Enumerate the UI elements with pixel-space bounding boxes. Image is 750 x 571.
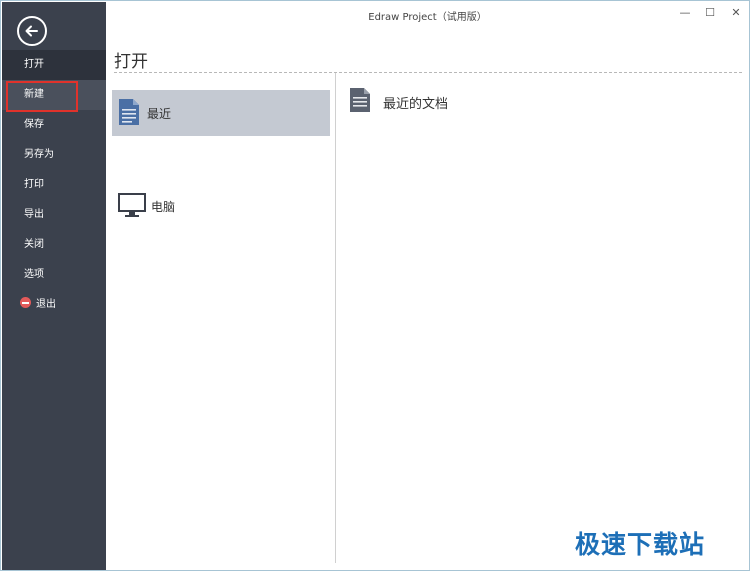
location-recent[interactable]: 最近: [112, 90, 330, 136]
sidebar-item-save[interactable]: 保存: [2, 110, 106, 140]
sidebar-item-label: 退出: [36, 299, 56, 310]
panel-divider: [335, 73, 336, 563]
sidebar-item-close[interactable]: 关闭: [2, 230, 106, 260]
sidebar-item-label: 导出: [24, 209, 44, 220]
window-title: Edraw Project（试用版）: [368, 12, 487, 23]
sidebar-item-label: 保存: [24, 119, 44, 130]
sidebar-item-label: 关闭: [24, 239, 44, 250]
sidebar-item-open[interactable]: 打开: [2, 50, 106, 80]
sidebar-item-new[interactable]: 新建: [2, 80, 106, 112]
header-divider: [114, 72, 742, 73]
maximize-button[interactable]: ☐: [699, 4, 721, 22]
sidebar-item-save-as[interactable]: 另存为: [2, 140, 106, 170]
backstage-nav: 打开 新建 保存 另存为 打印 导出 关闭 选项 退出: [2, 50, 106, 320]
sidebar-item-label: 另存为: [24, 149, 54, 160]
app-window: 打开 新建 保存 另存为 打印 导出 关闭 选项 退出 Edraw Projec…: [0, 0, 750, 571]
exit-icon: [20, 297, 31, 308]
document-icon: [350, 88, 370, 112]
title-bar: Edraw Project（试用版） — ☐ ✕: [106, 2, 749, 26]
back-button[interactable]: [17, 16, 47, 46]
sidebar-item-exit[interactable]: 退出: [2, 290, 106, 320]
close-button[interactable]: ✕: [725, 4, 747, 22]
recent-documents-title: 最近的文档: [383, 97, 449, 112]
sidebar-item-options[interactable]: 选项: [2, 260, 106, 290]
sidebar-item-label: 打印: [24, 179, 44, 190]
sidebar-item-label: 选项: [24, 269, 44, 280]
monitor-icon: [118, 193, 146, 217]
sidebar-item-label: 新建: [24, 89, 44, 100]
sidebar-item-print[interactable]: 打印: [2, 170, 106, 200]
minimize-button[interactable]: —: [674, 4, 696, 22]
sidebar-item-label: 打开: [24, 59, 44, 70]
location-computer[interactable]: 电脑: [112, 136, 330, 217]
document-icon: [119, 99, 139, 125]
page-title: 打开: [114, 52, 148, 72]
sidebar-item-export[interactable]: 导出: [2, 200, 106, 230]
watermark: 极速下载站: [575, 530, 706, 559]
back-arrow-icon: [25, 25, 38, 37]
location-label: 电脑: [151, 200, 176, 214]
location-list: 最近 电脑: [112, 90, 330, 217]
backstage-sidebar: 打开 新建 保存 另存为 打印 导出 关闭 选项 退出: [2, 2, 106, 570]
location-label: 最近: [147, 107, 172, 121]
